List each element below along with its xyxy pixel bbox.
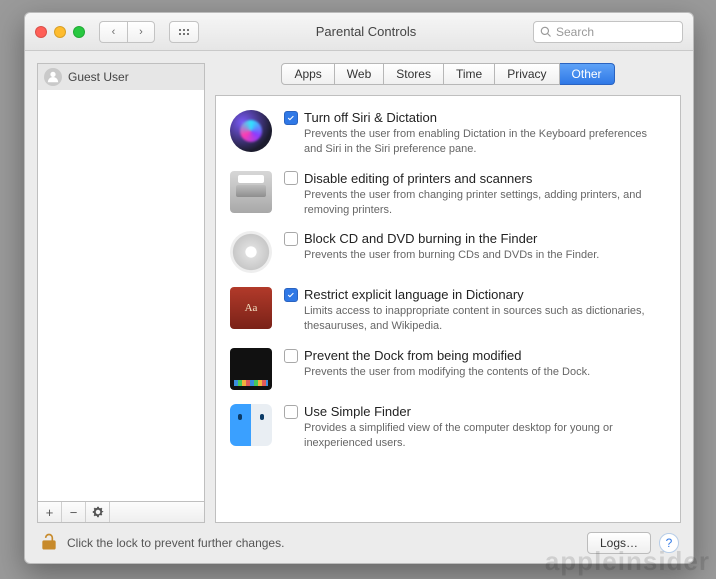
- nav-buttons: ‹ ›: [99, 21, 155, 43]
- option-row: Use Simple Finder Provides a simplified v…: [230, 404, 666, 451]
- actions-menu-button[interactable]: [86, 502, 110, 522]
- option-body: Use Simple Finder Provides a simplified v…: [284, 404, 666, 451]
- avatar-icon: [44, 68, 62, 86]
- grid-icon: [177, 27, 191, 37]
- option-row: Disable editing of printers and scanners…: [230, 171, 666, 218]
- traffic-lights: [35, 26, 85, 38]
- add-user-button[interactable]: +: [38, 502, 62, 522]
- option-desc: Provides a simplified view of the comput…: [284, 421, 666, 451]
- finder-icon: [230, 404, 272, 446]
- tab-web[interactable]: Web: [335, 63, 384, 85]
- option-title: Disable editing of printers and scanners: [304, 171, 532, 186]
- titlebar: ‹ › Parental Controls Search: [25, 13, 693, 51]
- close-button[interactable]: [35, 26, 47, 38]
- option-row: Prevent the Dock from being modified Prev…: [230, 348, 666, 390]
- cd-icon: [230, 231, 272, 273]
- checkbox[interactable]: [284, 288, 298, 302]
- back-button[interactable]: ‹: [99, 21, 127, 43]
- checkbox[interactable]: [284, 405, 298, 419]
- option-row: Aa Restrict explicit language in Dictiona…: [230, 287, 666, 334]
- body: Guest User + − AppsWebStoresTimePrivacyO…: [25, 51, 693, 523]
- option-desc: Prevents the user from changing printer …: [284, 188, 666, 218]
- tab-time[interactable]: Time: [444, 63, 495, 85]
- option-desc: Limits access to inappropriate content i…: [284, 304, 666, 334]
- dictionary-icon: Aa: [230, 287, 272, 329]
- user-name: Guest User: [68, 70, 129, 84]
- lock-text: Click the lock to prevent further change…: [67, 536, 284, 550]
- toolbar-spacer: [110, 502, 204, 522]
- option-title: Turn off Siri & Dictation: [304, 110, 437, 125]
- tab-other[interactable]: Other: [560, 63, 615, 85]
- help-button[interactable]: ?: [659, 533, 679, 553]
- option-body: Turn off Siri & Dictation Prevents the us…: [284, 110, 666, 157]
- siri-icon: [230, 110, 272, 152]
- printer-icon: [230, 171, 272, 213]
- chevron-left-icon: ‹: [112, 26, 116, 38]
- minimize-button[interactable]: [54, 26, 66, 38]
- lock-icon[interactable]: [39, 532, 59, 555]
- option-desc: Prevents the user from modifying the con…: [284, 365, 666, 380]
- option-body: Block CD and DVD burning in the Finder Pr…: [284, 231, 666, 273]
- show-all-button[interactable]: [169, 21, 199, 43]
- option-title: Block CD and DVD burning in the Finder: [304, 231, 537, 246]
- option-body: Disable editing of printers and scanners…: [284, 171, 666, 218]
- checkbox[interactable]: [284, 349, 298, 363]
- option-body: Prevent the Dock from being modified Prev…: [284, 348, 666, 390]
- option-desc: Prevents the user from enabling Dictatio…: [284, 127, 666, 157]
- search-field[interactable]: Search: [533, 21, 683, 43]
- option-row: Turn off Siri & Dictation Prevents the us…: [230, 110, 666, 157]
- window-title: Parental Controls: [207, 24, 525, 39]
- option-body: Restrict explicit language in Dictionary…: [284, 287, 666, 334]
- remove-user-button[interactable]: −: [62, 502, 86, 522]
- gear-icon: [92, 506, 104, 518]
- option-title: Use Simple Finder: [304, 404, 411, 419]
- search-placeholder: Search: [556, 25, 594, 39]
- tab-privacy[interactable]: Privacy: [495, 63, 559, 85]
- dock-icon: [230, 348, 272, 390]
- user-row-guest[interactable]: Guest User: [38, 64, 204, 90]
- window: ‹ › Parental Controls Search Guest User: [24, 12, 694, 564]
- option-row: Block CD and DVD burning in the Finder Pr…: [230, 231, 666, 273]
- forward-button[interactable]: ›: [127, 21, 155, 43]
- tabs: AppsWebStoresTimePrivacyOther: [215, 63, 681, 85]
- checkbox[interactable]: [284, 232, 298, 246]
- tab-stores[interactable]: Stores: [384, 63, 444, 85]
- sidebar-toolbar: + −: [37, 501, 205, 523]
- user-list[interactable]: Guest User: [37, 63, 205, 501]
- tab-apps[interactable]: Apps: [281, 63, 334, 85]
- checkbox[interactable]: [284, 171, 298, 185]
- chevron-right-icon: ›: [139, 26, 143, 38]
- option-title: Prevent the Dock from being modified: [304, 348, 522, 363]
- search-icon: [540, 26, 552, 38]
- sidebar: Guest User + −: [37, 63, 205, 523]
- option-desc: Prevents the user from burning CDs and D…: [284, 248, 666, 263]
- checkbox[interactable]: [284, 111, 298, 125]
- main: AppsWebStoresTimePrivacyOther Turn off S…: [215, 63, 681, 523]
- footer: Click the lock to prevent further change…: [25, 523, 693, 563]
- logs-button[interactable]: Logs…: [587, 532, 651, 554]
- option-title: Restrict explicit language in Dictionary: [304, 287, 524, 302]
- options-pane: Turn off Siri & Dictation Prevents the us…: [215, 95, 681, 523]
- zoom-button[interactable]: [73, 26, 85, 38]
